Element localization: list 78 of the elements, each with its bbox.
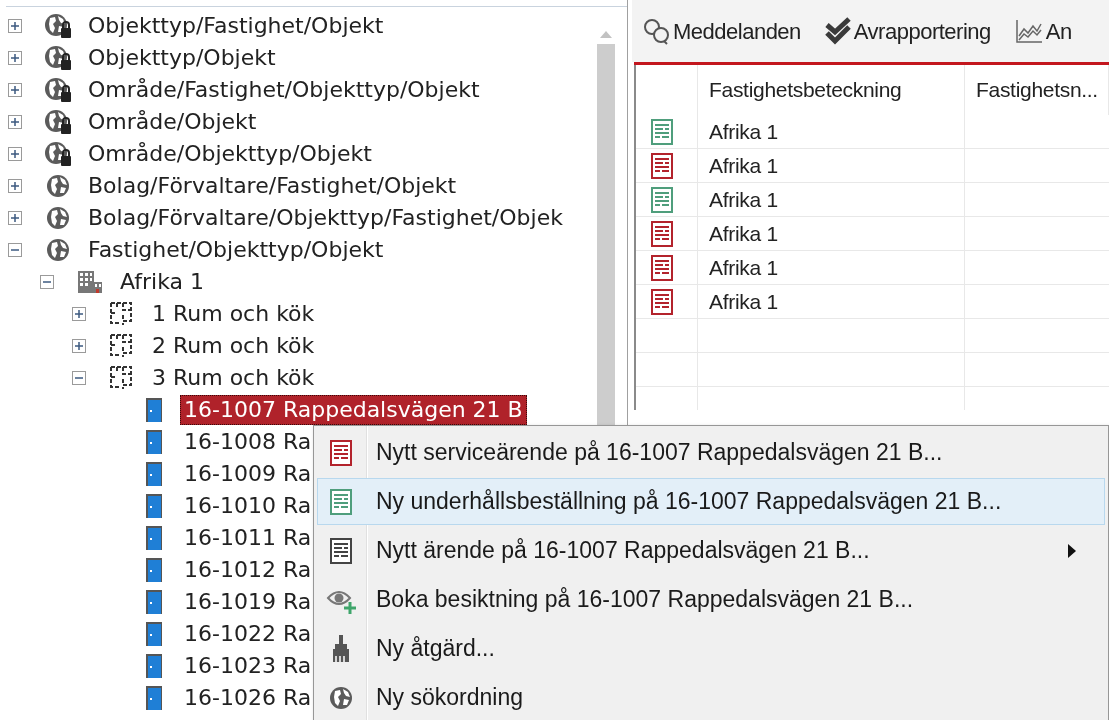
menu-item[interactable]: Ny sökordning (317, 674, 1105, 720)
expand-icon[interactable] (8, 179, 22, 193)
tree-item[interactable]: Bolag/Förvaltare/Fastighet/Objekt (84, 171, 461, 201)
tree-item[interactable]: 1 Rum och kök (148, 299, 319, 329)
table-cell: Afrika 1 (698, 149, 965, 182)
chat-bubbles-icon (642, 17, 670, 45)
double-check-icon (824, 17, 851, 45)
tree-item[interactable]: Fastighet/Objekttyp/Objekt (84, 235, 388, 265)
door-icon (145, 653, 163, 679)
door-icon (145, 525, 163, 551)
tree-item[interactable]: 16-1008 Ra (180, 427, 316, 457)
tree-item[interactable]: Område/Objekttyp/Objekt (84, 139, 376, 169)
locked-globe-icon (44, 109, 72, 135)
tree-item[interactable]: 2 Rum och kök (148, 331, 319, 361)
globe-icon (46, 174, 70, 198)
tree-item[interactable]: Område/Objekt (84, 107, 261, 137)
floor-plan-icon (109, 365, 135, 391)
table-cell: Afrika 1 (698, 217, 965, 250)
tree-item[interactable]: 16-1009 Ra (180, 459, 316, 489)
tree-item[interactable]: Bolag/Förvaltare/Objekttyp/Fastighet/Objek (84, 203, 567, 233)
table-cell: Afrika 1 (698, 251, 965, 284)
expand-icon[interactable] (8, 147, 22, 161)
locked-globe-icon (44, 45, 72, 71)
tree-item[interactable]: 16-1010 Ra (180, 491, 316, 521)
expand-icon[interactable] (72, 307, 86, 321)
tree-item[interactable]: 16-1012 Ra (180, 555, 316, 585)
expand-icon[interactable] (8, 211, 22, 225)
menu-item[interactable]: Nytt ärende på 16-1007 Rappedalsvägen 21 B... (317, 527, 1105, 574)
door-icon (145, 589, 163, 615)
expand-icon[interactable] (8, 83, 22, 97)
tree-item[interactable]: Objekttyp/Objekt (84, 43, 280, 73)
column-header[interactable]: Fastighetsbeteckning (698, 65, 965, 115)
menu-item[interactable]: Ny underhållsbeställning på 16-1007 Rappedalsvägen 21 B... (317, 478, 1105, 525)
menu-item[interactable]: Ny åtgärd... (317, 625, 1105, 672)
door-icon (145, 429, 163, 455)
building-icon (77, 270, 103, 294)
door-icon (145, 397, 163, 423)
globe-icon (46, 206, 70, 230)
tree-item[interactable]: 16-1019 Ra (180, 587, 316, 617)
expand-icon[interactable] (8, 19, 22, 33)
toolbar-button[interactable]: Meddelanden (642, 11, 801, 51)
globe-icon (46, 238, 70, 262)
toolbar-button[interactable]: An (1014, 11, 1072, 51)
tree-item[interactable]: 16-1022 Ra (180, 619, 316, 649)
door-icon (145, 621, 163, 647)
brush-icon (330, 633, 352, 664)
tree-item[interactable]: 16-1023 Ra (180, 651, 316, 681)
menu-item[interactable]: Nytt serviceärende på 16-1007 Rappedalsvägen 21 B... (317, 429, 1105, 476)
collapse-icon[interactable] (8, 243, 22, 257)
toolbar-button[interactable]: Avrapportering (824, 11, 991, 51)
table-cell: Afrika 1 (698, 115, 965, 148)
column-header[interactable]: Fastighetsn... (965, 65, 1109, 115)
floor-plan-icon (109, 301, 135, 327)
table-cell: Afrika 1 (698, 183, 965, 216)
door-icon (145, 461, 163, 487)
table-cell: Afrika 1 (698, 285, 965, 318)
chart-icon (1014, 18, 1043, 44)
tree-item[interactable]: Afrika 1 (116, 267, 208, 297)
tree-item[interactable]: Område/Fastighet/Objekttyp/Objekt (84, 75, 484, 105)
collapse-icon[interactable] (72, 371, 86, 385)
door-icon (145, 685, 163, 711)
tree-item[interactable]: 16-1007 Rappedalsvägen 21 B (180, 395, 527, 425)
expand-icon[interactable] (72, 339, 86, 353)
expand-icon[interactable] (8, 115, 22, 129)
tree-item[interactable]: 3 Rum och kök (148, 363, 319, 393)
tree-item[interactable]: Objekttyp/Fastighet/Objekt (84, 11, 388, 41)
globe-icon (329, 685, 353, 710)
door-icon (145, 493, 163, 519)
expand-icon[interactable] (8, 51, 22, 65)
collapse-icon[interactable] (40, 275, 54, 289)
locked-globe-icon (44, 13, 72, 39)
floor-plan-icon (109, 333, 135, 359)
locked-globe-icon (44, 77, 72, 103)
locked-globe-icon (44, 141, 72, 167)
tree-item[interactable]: 16-1026 Ra (180, 683, 316, 713)
door-icon (145, 557, 163, 583)
menu-item[interactable]: Boka besiktning på 16-1007 Rappedalsvägen 21 B... (317, 576, 1105, 623)
tree-item[interactable]: 16-1011 Ra (180, 523, 316, 553)
